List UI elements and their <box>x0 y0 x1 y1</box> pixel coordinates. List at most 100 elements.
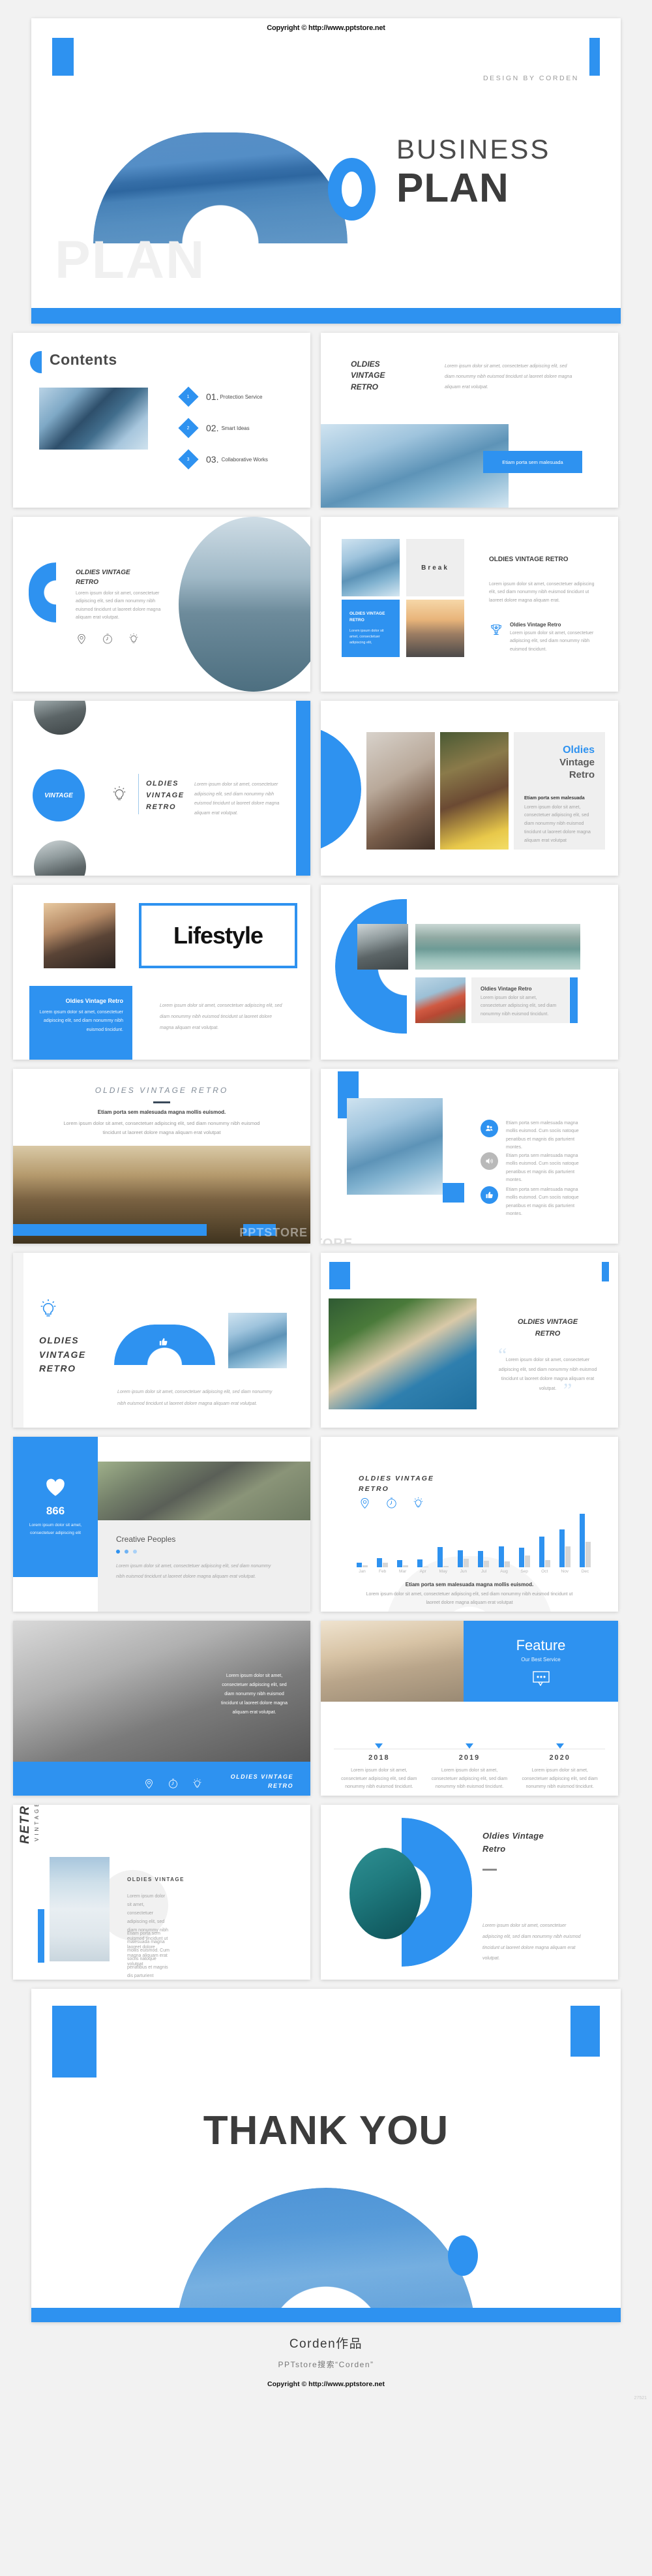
slide-thank-you[interactable]: THANK YOU <box>31 1989 621 2322</box>
slide-guitar[interactable]: Lorem ipsum dolor sit amet, consectetuer… <box>13 1621 310 1796</box>
bar-group <box>579 1514 591 1567</box>
timeline-item[interactable]: 2018 Lorem ipsum dolor sit amet, consect… <box>334 1743 424 1792</box>
break-tile: OLDIES VINTAGE RETRO Lorem ipsum dolor s… <box>342 600 400 657</box>
feature-text: Etiam porta sem malesuada magna mollis e… <box>506 1154 579 1182</box>
dot-2[interactable] <box>125 1550 128 1554</box>
panel-sub-title: Etiam porta sem malesuada <box>524 795 585 801</box>
dive-heading: OLDIES VINTAGE RETRO <box>76 569 130 586</box>
thanks-slide-wrapper: THANK YOU <box>0 1980 652 2322</box>
footer-author: Corden作品 <box>289 2337 363 2351</box>
slide-counter[interactable]: 866 Lorem ipsum dolor sit amet, consecte… <box>13 1437 310 1612</box>
portrait-photo <box>349 1848 421 1939</box>
feature-banner: Feature Our Best Service <box>464 1621 618 1702</box>
panel-text-block: Oldies Vintage Retro Etiam porta sem mal… <box>514 732 605 850</box>
bar <box>484 1561 490 1567</box>
intro-cta-button[interactable]: Etiam porta sem malesuada <box>483 451 582 473</box>
counter-body: Lorem ipsum dolor sit amet, consectetuer… <box>116 1564 271 1580</box>
lifestyle-title-box: Lifestyle <box>139 903 297 968</box>
slide-crowd[interactable]: OLDIES VINTAGE RETRO Etiam porta sem mal… <box>13 1069 310 1244</box>
list-item-number: 01. <box>206 391 219 402</box>
speaker-icon <box>481 1152 498 1170</box>
decorative-tab-right <box>589 38 600 76</box>
feature-text: Etiam porta sem malesuada magna mollis e… <box>506 1121 579 1150</box>
lifestyle-card: Oldies Vintage Retro Lorem ipsum dolor s… <box>29 986 132 1060</box>
slide-title[interactable]: Copyright © http://www.pptstore.net DESI… <box>31 18 621 324</box>
bar <box>443 1565 449 1567</box>
decorative-square-left <box>329 1262 350 1289</box>
feature-row[interactable]: Etiam porta sem malesuada magna mollis e… <box>481 1120 583 1152</box>
slide-intro[interactable]: OLDIES VINTAGE RETRO Lorem ipsum dolor s… <box>321 333 618 508</box>
axis-tick-label: Apr <box>419 1569 426 1574</box>
vintage-photo-top <box>34 701 86 735</box>
lifestyle-body: Lorem ipsum dolor sit amet, consectetuer… <box>160 1004 282 1030</box>
gallery-accent-bar <box>570 977 578 1023</box>
dots-indicator[interactable] <box>116 1550 292 1554</box>
thumbs-up-icon <box>159 1338 168 1345</box>
feature-row[interactable]: Etiam porta sem malesuada magna mollis e… <box>481 1152 583 1184</box>
list-item[interactable]: 2 02. Smart Ideas <box>178 412 268 444</box>
list-item[interactable]: 3 03. Collaborative Works <box>178 444 268 475</box>
bar <box>403 1565 409 1567</box>
contents-title: Contents <box>50 351 117 368</box>
feature-row[interactable]: Etiam porta sem malesuada magna mollis e… <box>481 1186 583 1218</box>
bar-group <box>357 1563 368 1567</box>
axis-tick-label: Sep <box>520 1569 528 1574</box>
bar <box>585 1541 591 1567</box>
axis-tick-label: Nov <box>561 1569 569 1574</box>
slide-contents[interactable]: Contents 1 01. Protection Service 2 02. … <box>13 333 310 508</box>
bar <box>504 1561 510 1567</box>
panel-photo-hat <box>440 732 509 850</box>
panel-title-3: Retro <box>569 769 595 780</box>
break-tile-title: OLDIES VINTAGE RETRO <box>349 611 385 622</box>
location-pin-icon <box>145 1779 153 1789</box>
diamond-badge-icon: 1 <box>178 386 199 407</box>
dot-1[interactable] <box>116 1550 120 1554</box>
panel-photo-girl <box>366 732 435 850</box>
timeline-year: 2018 <box>368 1754 390 1762</box>
stopwatch-icon <box>103 634 112 644</box>
slide-gallery[interactable]: Oldies Vintage Retro Lorem ipsum dolor s… <box>321 885 618 1060</box>
break-tile-body: Lorem ipsum dolor sit amet, consectetuer… <box>349 628 384 645</box>
slide-oldies-panel[interactable]: Oldies Vintage Retro Etiam porta sem mal… <box>321 701 618 876</box>
bar-group <box>498 1546 510 1567</box>
vintage-circle-label: VINTAGE <box>33 769 85 821</box>
slide-lifestyle[interactable]: Lifestyle Oldies Vintage Retro Lorem ips… <box>13 885 310 1060</box>
arch-body: Lorem ipsum dolor sit amet, consectetuer… <box>117 1390 273 1406</box>
watermark-text: TORE <box>321 1236 353 1244</box>
panel-title-1: Oldies <box>563 744 595 756</box>
counter-caption: Lorem ipsum dolor sit amet, consectetuer… <box>29 1523 82 1535</box>
dot-3[interactable] <box>133 1550 137 1554</box>
break-label: Break <box>406 539 464 596</box>
timeline-item[interactable]: 2020 Lorem ipsum dolor sit amet, consect… <box>514 1743 605 1792</box>
hero-slide-wrapper: Copyright © http://www.pptstore.net DESI… <box>0 0 652 324</box>
hero-title-line1: BUSINESS <box>396 134 551 164</box>
slide-break[interactable]: Break OLDIES VINTAGE RETRO Lorem ipsum d… <box>321 517 618 692</box>
bar <box>464 1558 469 1567</box>
timeline-item[interactable]: 2019 Lorem ipsum dolor sit amet, consect… <box>424 1743 515 1792</box>
bar-group <box>417 1559 429 1567</box>
slide-quote[interactable]: OLDIES VINTAGE RETRO “ Lorem ipsum dolor… <box>321 1253 618 1428</box>
diamond-badge-icon: 2 <box>178 418 199 438</box>
list-item-number: 03. <box>206 454 219 465</box>
slide-chart[interactable]: OLDIES VINTAGE RETRO Jan Feb Mar Apr May Jun J… <box>321 1437 618 1612</box>
slide-vintage[interactable]: VINTAGE OLDIES VINTAGE RETRO Lorem ipsum… <box>13 701 310 876</box>
crowd-lead: Etiam porta sem malesuada magna mollis e… <box>97 1109 226 1115</box>
list-item[interactable]: 1 01. Protection Service <box>178 381 268 412</box>
axis-tick-label: Jul <box>481 1569 487 1574</box>
slide-retro[interactable]: RETRO VINTAGE OLDIES VINTAGE Lorem ipsum… <box>13 1805 310 1980</box>
vintage-body: Lorem ipsum dolor sit amet, consectetuer… <box>194 782 280 816</box>
slide-portrait[interactable]: Oldies Vintage Retro Lorem ipsum dolor s… <box>321 1805 618 1980</box>
slide-features3[interactable]: Etiam porta sem malesuada magna mollis e… <box>321 1069 618 1244</box>
crowd-divider <box>153 1101 170 1103</box>
break-sub: Oldies Vintage Retro Lorem ipsum dolor s… <box>510 622 605 654</box>
bar-chart <box>357 1514 591 1567</box>
timeline: 2018 Lorem ipsum dolor sit amet, consect… <box>334 1743 605 1792</box>
bar <box>417 1559 423 1567</box>
arc-shape-left <box>29 562 56 622</box>
panel-title-2: Vintage <box>559 757 595 768</box>
features3-photo <box>347 1098 443 1195</box>
thanks-arch-photo <box>176 2188 476 2322</box>
slide-dive[interactable]: OLDIES VINTAGE RETRO Lorem ipsum dolor s… <box>13 517 310 692</box>
slide-arch[interactable]: OLDIES VINTAGE RETRO Lorem ipsum dolor s… <box>13 1253 310 1428</box>
slide-feature[interactable]: Feature Our Best Service 2018 Lorem ipsu… <box>321 1621 618 1796</box>
